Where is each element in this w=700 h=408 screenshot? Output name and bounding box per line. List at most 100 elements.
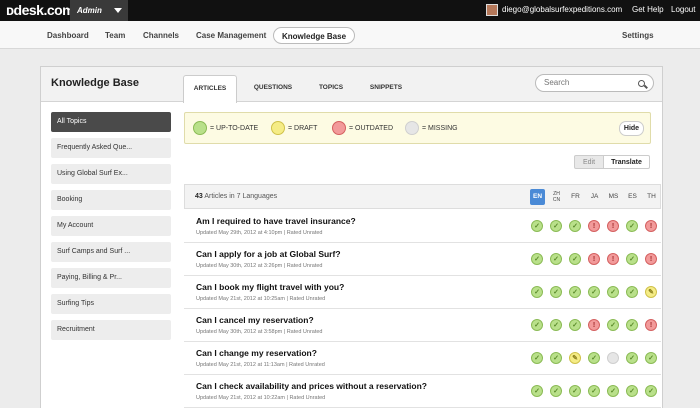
check-icon[interactable]: ✓ — [550, 385, 562, 397]
check-icon[interactable]: ✓ — [531, 220, 543, 232]
sidebar-item-paying-billing[interactable]: Paying, Billing & Pr... — [51, 268, 171, 288]
check-icon[interactable]: ✓ — [569, 220, 581, 232]
check-icon[interactable]: ✓ — [588, 286, 600, 298]
nav-settings[interactable]: Settings — [622, 27, 654, 44]
article-row[interactable]: Can I book my flight travel with you? Upd… — [184, 276, 661, 309]
exclamation-icon[interactable]: ! — [607, 253, 619, 265]
language-ms[interactable]: MS — [606, 189, 621, 205]
article-meta: Updated May 30th, 2012 at 3:26pm | Rated… — [196, 263, 323, 269]
exclamation-icon[interactable]: ! — [588, 253, 600, 265]
check-icon[interactable]: ✓ — [588, 352, 600, 364]
check-icon[interactable]: ✓ — [550, 253, 562, 265]
panel-header: Knowledge Base ARTICLES QUESTIONS TOPICS… — [41, 67, 662, 103]
language-ja[interactable]: JA — [587, 189, 602, 205]
check-icon[interactable]: ✓ — [626, 385, 638, 397]
article-meta: Updated May 21st, 2012 at 11:13am | Rate… — [196, 362, 325, 368]
check-icon[interactable]: ✓ — [607, 286, 619, 298]
article-row[interactable]: Can I apply for a job at Global Surf? Upd… — [184, 243, 661, 276]
sidebar-item-booking[interactable]: Booking — [51, 190, 171, 210]
search-input[interactable] — [544, 78, 634, 87]
missing-icon[interactable] — [607, 352, 619, 364]
check-icon[interactable]: ✓ — [569, 286, 581, 298]
check-icon[interactable]: ✓ — [607, 319, 619, 331]
article-title[interactable]: Can I check availability and prices with… — [196, 381, 427, 391]
nav-channels[interactable]: Channels — [143, 27, 179, 44]
article-meta: Updated May 30th, 2012 at 3:58pm | Rated… — [196, 329, 323, 335]
sidebar-item-faq[interactable]: Frequently Asked Que... — [51, 138, 171, 158]
draft-icon[interactable]: ✎ — [569, 352, 581, 364]
sidebar-item-my-account[interactable]: My Account — [51, 216, 171, 236]
translate-mode-button[interactable]: Translate — [603, 155, 650, 169]
edit-mode-button[interactable]: Edit — [574, 155, 604, 169]
nav-knowledge-base[interactable]: Knowledge Base — [273, 27, 356, 44]
check-icon[interactable]: ✓ — [550, 319, 562, 331]
nav-dashboard[interactable]: Dashboard — [47, 27, 89, 44]
page-title: Knowledge Base — [51, 77, 140, 89]
check-icon[interactable]: ✓ — [550, 286, 562, 298]
exclamation-icon[interactable]: ! — [588, 220, 600, 232]
article-title[interactable]: Can I book my flight travel with you? — [196, 282, 344, 292]
language-es[interactable]: ES — [625, 189, 640, 205]
exclamation-icon[interactable]: ! — [645, 253, 657, 265]
tab-topics[interactable]: TOPICS — [311, 75, 351, 103]
check-icon[interactable]: ✓ — [531, 385, 543, 397]
article-title[interactable]: Can I apply for a job at Global Surf? — [196, 249, 341, 259]
check-icon[interactable]: ✓ — [550, 352, 562, 364]
search-box[interactable] — [535, 74, 654, 92]
article-row[interactable]: Can I cancel my reservation? Updated May … — [184, 309, 661, 342]
article-row[interactable]: Can I check availability and prices with… — [184, 375, 661, 408]
sidebar-item-using-global-surf[interactable]: Using Global Surf Ex... — [51, 164, 171, 184]
article-title[interactable]: Am I required to have travel insurance? — [196, 216, 356, 226]
nav-case-management[interactable]: Case Management — [196, 27, 266, 44]
check-icon[interactable]: ✓ — [531, 352, 543, 364]
logout-link[interactable]: Logout — [671, 5, 695, 14]
knowledge-base-panel: Knowledge Base ARTICLES QUESTIONS TOPICS… — [40, 66, 663, 408]
check-icon[interactable]: ✓ — [569, 253, 581, 265]
get-help-link[interactable]: Get Help — [632, 5, 664, 14]
check-icon[interactable]: ✓ — [645, 385, 657, 397]
check-icon[interactable]: ✓ — [569, 319, 581, 331]
check-icon[interactable]: ✓ — [531, 286, 543, 298]
check-icon[interactable]: ✓ — [626, 352, 638, 364]
check-icon[interactable]: ✓ — [569, 385, 581, 397]
hide-legend-button[interactable]: Hide — [619, 121, 644, 136]
exclamation-icon[interactable]: ! — [607, 220, 619, 232]
check-icon[interactable]: ✓ — [626, 220, 638, 232]
check-icon[interactable]: ✓ — [607, 385, 619, 397]
avatar[interactable] — [486, 4, 498, 16]
check-icon[interactable]: ✓ — [645, 352, 657, 364]
check-icon[interactable]: ✓ — [626, 286, 638, 298]
tab-snippets[interactable]: SNIPPETS — [363, 75, 409, 103]
exclamation-icon[interactable]: ! — [645, 220, 657, 232]
desk-logo[interactable]: ᴅdesk.com — [6, 2, 75, 18]
language-zh-cn[interactable]: ZH CN — [549, 189, 564, 205]
sidebar-item-recruitment[interactable]: Recruitment — [51, 320, 171, 340]
language-en[interactable]: EN — [530, 189, 545, 205]
article-row[interactable]: Can I change my reservation? Updated May … — [184, 342, 661, 375]
user-email-link[interactable]: diego@globalsurfexpeditions.com — [502, 5, 622, 14]
check-icon[interactable]: ✓ — [531, 253, 543, 265]
article-title[interactable]: Can I change my reservation? — [196, 348, 317, 358]
tab-articles[interactable]: ARTICLES — [183, 75, 237, 103]
tab-questions[interactable]: QUESTIONS — [248, 75, 298, 103]
article-row[interactable]: Am I required to have travel insurance? U… — [184, 210, 661, 243]
sidebar-item-all-topics[interactable]: All Topics — [51, 112, 171, 132]
check-icon[interactable]: ✓ — [588, 385, 600, 397]
draft-icon[interactable]: ✎ — [645, 286, 657, 298]
check-icon[interactable]: ✓ — [531, 319, 543, 331]
articles-header: 43 Articles in 7 Languages EN ZH CN FR JA MS E… — [184, 184, 661, 209]
check-icon[interactable]: ✓ — [550, 220, 562, 232]
check-icon[interactable]: ✓ — [626, 253, 638, 265]
exclamation-icon[interactable]: ! — [588, 319, 600, 331]
nav-team[interactable]: Team — [105, 27, 125, 44]
language-th[interactable]: TH — [644, 189, 659, 205]
check-icon[interactable]: ✓ — [626, 319, 638, 331]
admin-dropdown[interactable]: Admin — [70, 0, 128, 21]
exclamation-icon[interactable]: ! — [645, 319, 657, 331]
article-title[interactable]: Can I cancel my reservation? — [196, 315, 314, 325]
search-icon[interactable] — [638, 80, 645, 87]
sidebar-item-surf-camps[interactable]: Surf Camps and Surf ... — [51, 242, 171, 262]
legend-draft: = DRAFT — [288, 125, 318, 132]
language-fr[interactable]: FR — [568, 189, 583, 205]
sidebar-item-surfing-tips[interactable]: Surfing Tips — [51, 294, 171, 314]
